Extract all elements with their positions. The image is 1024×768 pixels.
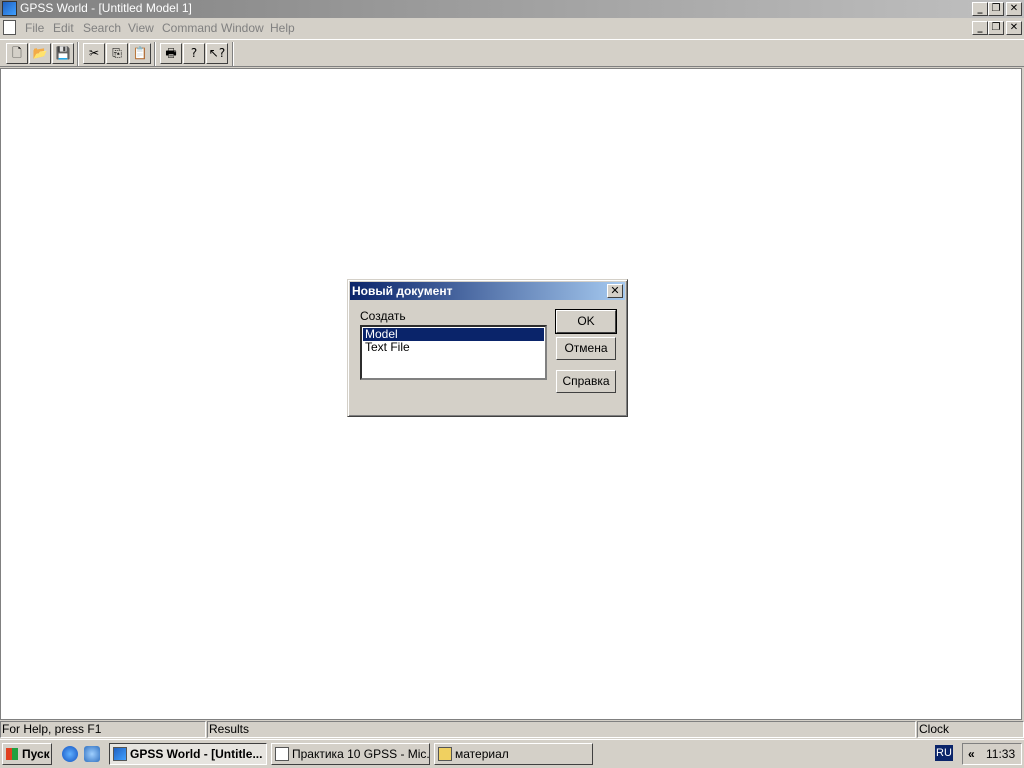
internet-explorer-icon[interactable] (62, 746, 78, 762)
cancel-button[interactable]: Отмена (556, 337, 616, 360)
new-document-dialog: Новый документ ✕ Создать Model Text File… (347, 279, 628, 417)
doc-restore-button[interactable]: ❐ (988, 21, 1004, 35)
status-bar: For Help, press F1 Results Clock (0, 720, 1024, 739)
browser-icon[interactable] (84, 746, 100, 762)
open-folder-icon[interactable]: 📂 (29, 43, 51, 64)
language-indicator[interactable]: RU (935, 745, 953, 761)
help-button[interactable]: Справка (556, 370, 616, 393)
pointer-help-icon[interactable]: ↖? (206, 43, 228, 64)
start-button[interactable]: Пуск (2, 743, 52, 765)
window-title: GPSS World - [Untitled Model 1] (20, 1, 192, 15)
new-document-icon[interactable]: 🗋 (6, 43, 28, 64)
menu-view[interactable]: View (128, 21, 154, 35)
menu-window[interactable]: Window (221, 21, 264, 35)
folder-icon (438, 747, 452, 761)
task-gpss-world[interactable]: GPSS World - [Untitle... (109, 743, 267, 765)
ok-button[interactable]: OK (555, 309, 617, 334)
close-button[interactable]: ✕ (1006, 2, 1022, 16)
status-results: Results (207, 721, 916, 738)
create-label: Создать (360, 309, 406, 323)
menu-command[interactable]: Command (162, 21, 217, 35)
word-document-icon (275, 747, 289, 761)
scissors-icon[interactable]: ✂ (83, 43, 105, 64)
toolbar: 🗋 📂 💾 ✂ ⎘ 📋 🖶 ? ↖? (0, 39, 1024, 67)
task-label: Практика 10 GPSS - Mic... (292, 747, 430, 761)
taskbar: Пуск GPSS World - [Untitle... Практика 1… (0, 739, 1024, 768)
document-system-menu-icon[interactable] (3, 20, 16, 35)
window-title-bar[interactable]: GPSS World - [Untitled Model 1] _ ❐ ✕ (0, 0, 1024, 18)
dialog-title-bar[interactable]: Новый документ ✕ (350, 282, 625, 300)
doc-close-button[interactable]: ✕ (1006, 21, 1022, 35)
status-clock: Clock (917, 721, 1024, 738)
menu-file[interactable]: File (25, 21, 44, 35)
menu-help[interactable]: Help (270, 21, 295, 35)
minimize-button[interactable]: _ (972, 2, 988, 16)
start-label: Пуск (22, 747, 50, 761)
menu-bar: File Edit Search View Command Window Hel… (0, 18, 1024, 38)
task-label: GPSS World - [Untitle... (130, 747, 263, 761)
toolbar-separator (77, 42, 79, 66)
menu-edit[interactable]: Edit (53, 21, 74, 35)
dialog-title: Новый документ (352, 284, 453, 298)
toolbar-separator (154, 42, 156, 66)
printer-icon[interactable]: 🖶 (160, 43, 182, 64)
toolbar-separator (232, 42, 234, 66)
question-icon[interactable]: ? (183, 43, 205, 64)
windows-flag-icon (6, 748, 18, 760)
system-tray: « 11:33 (962, 743, 1022, 765)
floppy-disk-icon[interactable]: 💾 (52, 43, 74, 64)
document-type-list[interactable]: Model Text File (360, 325, 547, 380)
task-label: материал (455, 747, 509, 761)
tray-clock[interactable]: 11:33 (986, 744, 1015, 764)
gpss-app-icon[interactable] (2, 1, 17, 16)
task-word-document[interactable]: Практика 10 GPSS - Mic... (271, 743, 430, 765)
copy-icon[interactable]: ⎘ (106, 43, 128, 64)
task-folder[interactable]: материал (434, 743, 593, 765)
status-help-text: For Help, press F1 (0, 721, 206, 738)
dialog-close-icon[interactable]: ✕ (607, 284, 623, 298)
restore-button[interactable]: ❐ (988, 2, 1004, 16)
list-item-text-file[interactable]: Text File (363, 341, 544, 354)
clipboard-icon[interactable]: 📋 (129, 43, 151, 64)
gpss-app-icon (113, 747, 127, 761)
tray-expand-icon[interactable]: « (968, 744, 975, 764)
menu-search[interactable]: Search (83, 21, 121, 35)
doc-minimize-button[interactable]: _ (972, 21, 988, 35)
